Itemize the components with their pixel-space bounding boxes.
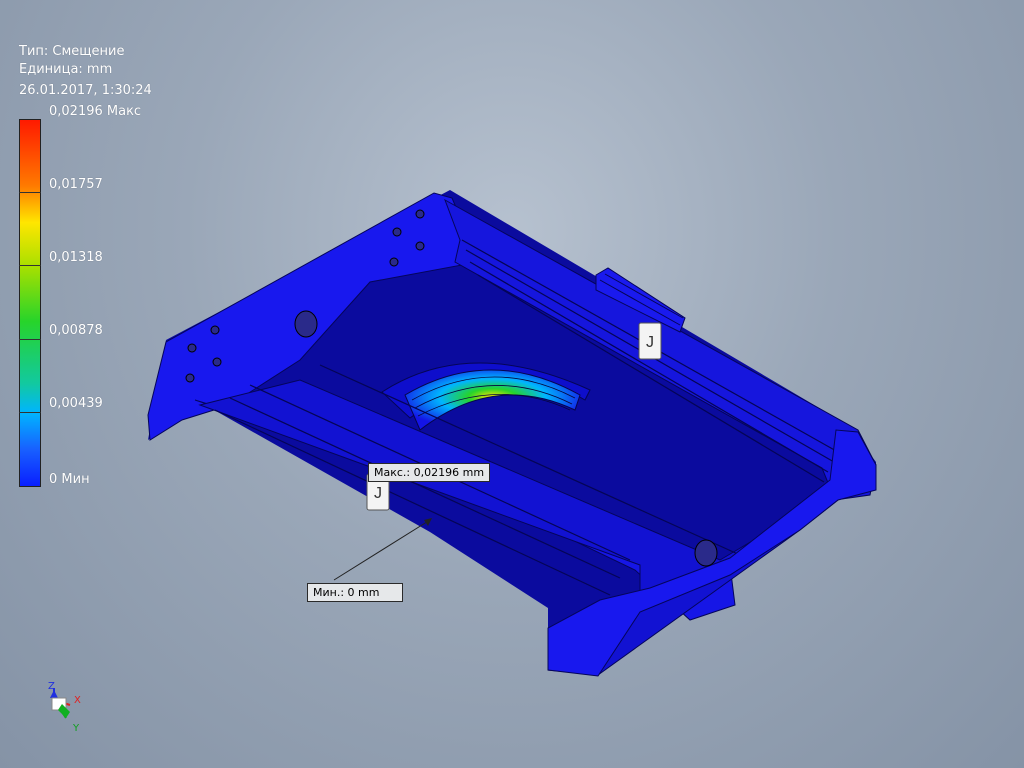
z-axis-label: Z	[48, 681, 55, 692]
max-probe-marker[interactable]: J	[638, 322, 662, 360]
min-value-callout[interactable]: Мин.: 0 mm	[307, 583, 403, 602]
axis-triad[interactable]	[50, 688, 71, 719]
y-axis-label: Y	[73, 723, 80, 734]
min-leader-line	[333, 518, 432, 581]
frame-model[interactable]	[147, 190, 877, 677]
max-value-callout[interactable]: Макс.: 0,02196 mm	[368, 463, 491, 482]
model-viewport[interactable]: J J	[0, 0, 1024, 768]
x-axis-label: X	[74, 695, 81, 706]
svg-text:J: J	[646, 334, 654, 351]
svg-text:J: J	[374, 485, 382, 502]
